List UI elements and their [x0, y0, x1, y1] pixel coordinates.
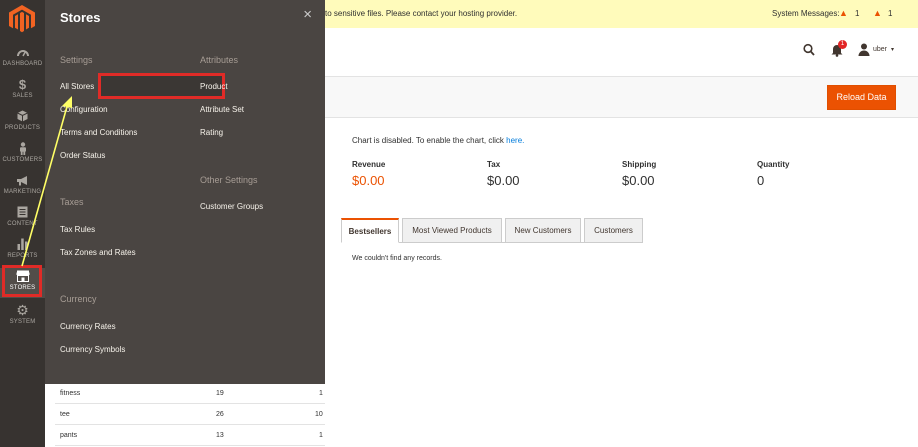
stat-value: $0.00 — [352, 173, 385, 188]
page-actions-bar: Reload Data — [325, 76, 918, 118]
menu-content-label: CONTENT — [7, 221, 38, 227]
link-currency-rates[interactable]: Currency Rates — [60, 322, 116, 331]
stat-value: 0 — [757, 173, 765, 188]
link-terms-and-conditions[interactable]: Terms and Conditions — [60, 128, 137, 137]
term-cell: fitness — [60, 390, 81, 397]
link-tax-rules[interactable]: Tax Rules — [60, 225, 95, 234]
menu-customers[interactable]: CUSTOMERS — [0, 140, 45, 170]
warning-icon[interactable]: ▲ — [839, 8, 848, 18]
link-product[interactable]: Product — [200, 82, 228, 91]
search-terms-table: fitness 19 1 tee 26 10 pants 13 1 — [45, 384, 325, 447]
menu-dashboard-label: DASHBOARD — [2, 61, 43, 67]
stat-label: Shipping — [622, 160, 657, 169]
uses-cell: 1 — [319, 432, 323, 439]
results-cell: 26 — [216, 411, 224, 418]
dashboard-icon — [16, 44, 29, 60]
menu-sales-label: SALES — [12, 93, 33, 99]
menu-customers-label: CUSTOMERS — [2, 157, 43, 163]
box-icon — [17, 108, 28, 124]
tab-customers[interactable]: Customers — [584, 218, 643, 243]
link-attribute-set[interactable]: Attribute Set — [200, 105, 244, 114]
system-messages-label[interactable]: System Messages: — [772, 9, 840, 18]
reload-data-button[interactable]: Reload Data — [827, 85, 896, 110]
menu-dashboard[interactable]: DASHBOARD — [0, 44, 45, 74]
megaphone-icon — [16, 172, 29, 188]
settings-heading: Settings — [60, 55, 93, 65]
link-order-status[interactable]: Order Status — [60, 151, 105, 160]
person-icon — [19, 140, 27, 156]
chart-note-text: Chart is disabled. To enable the chart, … — [352, 136, 507, 145]
link-configuration[interactable]: Configuration — [60, 105, 108, 114]
warning-count: 1 — [855, 9, 860, 18]
bar-chart-icon — [17, 236, 28, 252]
tab-bestsellers[interactable]: Bestsellers — [341, 218, 399, 243]
chart-disabled-note: Chart is disabled. To enable the chart, … — [352, 136, 524, 145]
currency-heading: Currency — [60, 294, 97, 304]
term-cell: pants — [60, 432, 78, 439]
tab-most-viewed-products[interactable]: Most Viewed Products — [402, 218, 502, 243]
link-tax-zones-and-rates[interactable]: Tax Zones and Rates — [60, 248, 136, 257]
gear-icon: ⚙ — [16, 301, 29, 318]
taxes-heading: Taxes — [60, 197, 84, 207]
menu-marketing-label: MARKETING — [3, 189, 42, 195]
content-icon — [17, 204, 28, 220]
stat-label: Revenue — [352, 160, 386, 169]
results-cell: 13 — [216, 432, 224, 439]
enable-chart-link[interactable]: here. — [506, 136, 524, 145]
menu-reports[interactable]: REPORTS — [0, 236, 45, 266]
menu-products-label: PRODUCTS — [4, 125, 41, 131]
stat-label: Quantity — [757, 160, 790, 169]
stores-flyout: Stores × Settings All Stores Configurati… — [45, 0, 325, 384]
admin-menu-rail: DASHBOARD $ SALES PRODUCTS CUSTOMERS MAR… — [0, 0, 45, 447]
table-row[interactable]: tee 26 10 — [55, 405, 325, 425]
table-row[interactable]: fitness 19 1 — [55, 384, 325, 404]
stat-tax: Tax $0.00 — [487, 160, 520, 188]
stat-label: Tax — [487, 160, 501, 169]
menu-reports-label: REPORTS — [7, 253, 38, 259]
menu-system-label: SYSTEM — [9, 319, 36, 325]
empty-records-note: We couldn't find any records. — [352, 255, 442, 262]
notification-badge: 1 — [838, 40, 847, 49]
search-icon[interactable] — [803, 43, 815, 57]
stat-value: $0.00 — [487, 173, 520, 188]
table-row[interactable]: pants 13 1 — [55, 426, 325, 446]
stat-revenue: Revenue $0.00 — [352, 160, 385, 188]
page-header: 1 uber ▾ — [325, 28, 918, 76]
user-icon[interactable] — [858, 43, 870, 56]
link-currency-symbols[interactable]: Currency Symbols — [60, 345, 125, 354]
uses-cell: 1 — [319, 390, 323, 397]
menu-system[interactable]: ⚙ SYSTEM — [0, 302, 45, 332]
uses-cell: 10 — [315, 411, 323, 418]
dollar-icon: $ — [18, 76, 27, 92]
flyout-title: Stores — [60, 10, 101, 25]
tab-new-customers[interactable]: New Customers — [505, 218, 581, 243]
magento-logo[interactable] — [8, 4, 36, 34]
stat-value: $0.00 — [622, 173, 655, 188]
account-user-name[interactable]: uber — [873, 46, 887, 53]
warning-icon[interactable]: ▲ — [873, 8, 882, 18]
chevron-down-icon[interactable]: ▾ — [891, 46, 894, 53]
menu-marketing[interactable]: MARKETING — [0, 172, 45, 202]
attributes-heading: Attributes — [200, 55, 239, 65]
menu-sales[interactable]: $ SALES — [0, 76, 45, 106]
stat-shipping: Shipping $0.00 — [622, 160, 656, 188]
link-customer-groups[interactable]: Customer Groups — [200, 202, 263, 211]
term-cell: tee — [60, 411, 70, 418]
system-message-text: to sensitive files. Please contact your … — [325, 9, 518, 18]
other-settings-heading: Other Settings — [200, 175, 258, 185]
stores-highlight-box — [2, 265, 42, 297]
menu-products[interactable]: PRODUCTS — [0, 108, 45, 138]
close-icon[interactable]: × — [303, 6, 312, 23]
link-rating[interactable]: Rating — [200, 128, 223, 137]
link-all-stores[interactable]: All Stores — [60, 82, 94, 91]
stat-quantity: Quantity 0 — [757, 160, 789, 188]
system-message-bar: to sensitive files. Please contact your … — [325, 0, 918, 28]
warning-count: 1 — [888, 9, 893, 18]
menu-content[interactable]: CONTENT — [0, 204, 45, 234]
results-cell: 19 — [216, 390, 224, 397]
